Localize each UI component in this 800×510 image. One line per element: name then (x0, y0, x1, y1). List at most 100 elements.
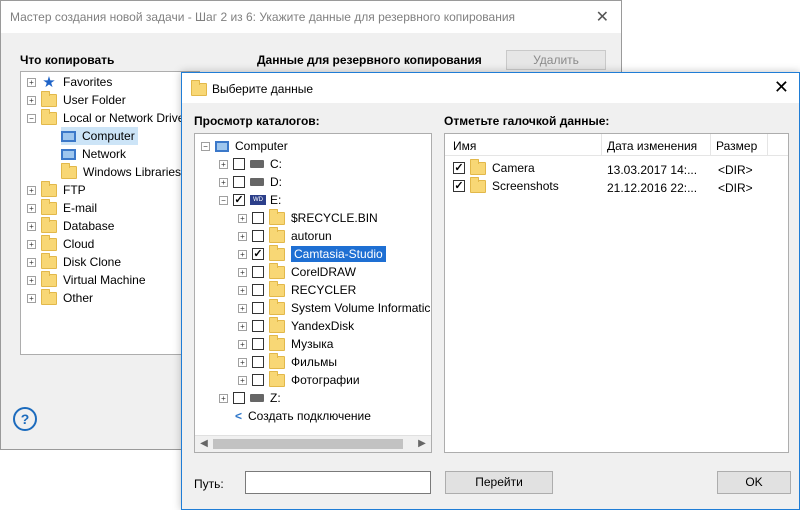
tree-item-network[interactable]: Network (61, 145, 126, 163)
expand-icon[interactable]: + (238, 285, 247, 295)
expand-icon[interactable]: + (27, 185, 36, 195)
collapse-icon[interactable]: − (201, 141, 210, 151)
checkbox-checked[interactable]: ✓ (252, 248, 264, 260)
tree-item-virtual-machine[interactable]: + Virtual Machine (27, 270, 146, 289)
expand-icon[interactable]: + (238, 267, 247, 277)
drive-z[interactable]: + Z: (219, 389, 281, 407)
tree-item-ftp[interactable]: + FTP (27, 180, 86, 199)
checkbox[interactable] (252, 338, 264, 350)
expand-icon[interactable]: + (27, 77, 36, 87)
tree-item-user-folder[interactable]: + User Folder (27, 90, 126, 109)
column-separator[interactable] (710, 134, 711, 156)
checkbox[interactable] (252, 374, 264, 386)
folder-music[interactable]: + Музыка (238, 334, 333, 353)
expand-icon[interactable]: + (27, 275, 36, 285)
collapse-icon[interactable]: − (219, 195, 228, 205)
folder-photos[interactable]: + Фотографии (238, 370, 360, 389)
tree-item-computer-root[interactable]: − Computer (201, 137, 288, 155)
column-separator[interactable] (601, 134, 602, 156)
checkbox-checked[interactable]: ✓ (453, 180, 465, 192)
expand-icon[interactable]: + (238, 339, 247, 349)
file-row[interactable]: ✓ Camera 13.03.2017 14:... <DIR> (453, 158, 783, 178)
checkbox[interactable] (233, 176, 245, 188)
column-separator[interactable] (767, 134, 768, 156)
expand-icon[interactable]: + (238, 213, 247, 223)
folder-coreldraw[interactable]: + CorelDRAW (238, 262, 356, 281)
create-connection[interactable]: < Создать подключение (235, 407, 371, 425)
expand-icon[interactable]: + (27, 203, 36, 213)
expand-icon[interactable]: + (27, 221, 36, 231)
dialog-title: Выберите данные (212, 82, 314, 96)
expand-icon[interactable]: + (27, 257, 36, 267)
folder-icon (41, 108, 57, 125)
expand-icon[interactable]: + (238, 321, 247, 331)
tree-item-windows-libraries[interactable]: Windows Libraries (61, 162, 181, 181)
checkbox[interactable] (233, 392, 245, 404)
file-row[interactable]: ✓ Screenshots 21.12.2016 22:... <DIR> (453, 176, 783, 196)
tree-item-cloud[interactable]: + Cloud (27, 234, 94, 253)
tree-item-computer[interactable]: Computer (61, 127, 138, 145)
checkbox[interactable] (252, 266, 264, 278)
checkbox[interactable] (252, 212, 264, 224)
scroll-right-icon[interactable]: ▶ (414, 437, 430, 451)
checkbox-checked[interactable]: ✓ (233, 194, 245, 206)
checkbox[interactable] (252, 302, 264, 314)
folder-autorun[interactable]: + autorun (238, 226, 332, 245)
file-list: Имя Дата изменения Размер ✓ Camera 13.03… (444, 133, 789, 453)
checkbox-checked[interactable]: ✓ (453, 162, 465, 174)
drive-c[interactable]: + C: (219, 155, 282, 173)
help-icon[interactable]: ? (13, 407, 37, 431)
folder-label: System Volume Informatic (291, 301, 431, 315)
tree-item-local-network-drive[interactable]: − Local or Network Drive (27, 108, 184, 127)
tree-item-favorites[interactable]: + ★ Favorites (27, 73, 112, 91)
checkbox[interactable] (252, 356, 264, 368)
ok-button[interactable]: OK (717, 471, 791, 494)
folder-system-volume[interactable]: + System Volume Informatic (238, 298, 431, 317)
go-button[interactable]: Перейти (445, 471, 553, 494)
folder-camtasia-studio[interactable]: + ✓ Camtasia-Studio (238, 244, 386, 263)
directory-tree: − Computer + C: + D: − ✓ WD E: + $RECYCL… (194, 133, 432, 453)
folder-recycler[interactable]: + RECYCLER (238, 280, 356, 299)
tree-item-database[interactable]: + Database (27, 216, 114, 235)
checkbox[interactable] (233, 158, 245, 170)
expand-icon[interactable]: + (238, 375, 247, 385)
column-modified[interactable]: Дата изменения (607, 139, 697, 153)
checkbox[interactable] (252, 320, 264, 332)
delete-button[interactable]: Удалить (506, 50, 606, 70)
close-icon[interactable]: ✕ (774, 77, 789, 98)
checkbox[interactable] (252, 284, 264, 296)
expand-icon[interactable]: + (238, 303, 247, 313)
expand-icon[interactable]: + (27, 95, 36, 105)
scroll-left-icon[interactable]: ◀ (196, 437, 212, 451)
expand-icon[interactable]: + (238, 231, 247, 241)
folder-recycle-bin[interactable]: + $RECYCLE.BIN (238, 208, 378, 227)
file-name-cell: ✓ Camera (453, 158, 535, 175)
expand-icon[interactable]: + (27, 239, 36, 249)
expand-icon[interactable]: + (238, 249, 247, 259)
file-name: Camera (492, 161, 535, 175)
drive-e[interactable]: − ✓ WD E: (219, 191, 281, 209)
folder-label: Фотографии (291, 373, 360, 387)
tree-item-disk-clone[interactable]: + Disk Clone (27, 252, 121, 271)
collapse-icon[interactable]: − (27, 113, 36, 123)
tree-item-label: Favorites (63, 75, 113, 89)
tree-item-email[interactable]: + E-mail (27, 198, 97, 217)
drive-d[interactable]: + D: (219, 173, 282, 191)
library-icon (61, 162, 77, 179)
expand-icon[interactable]: + (27, 293, 36, 303)
expand-icon[interactable]: + (238, 357, 247, 367)
path-input[interactable] (245, 471, 431, 494)
column-size[interactable]: Размер (716, 139, 757, 153)
column-name[interactable]: Имя (453, 139, 476, 153)
horizontal-scrollbar[interactable]: ◀ ▶ (195, 435, 431, 452)
expand-icon[interactable]: + (219, 393, 228, 403)
folder-yandexdisk[interactable]: + YandexDisk (238, 316, 354, 335)
expand-icon[interactable]: + (219, 159, 228, 169)
folder-films[interactable]: + Фильмы (238, 352, 337, 371)
scroll-thumb[interactable] (213, 439, 403, 449)
checkbox[interactable] (252, 230, 264, 242)
drive-label: Z: (270, 391, 281, 405)
wizard-close-icon[interactable]: ✕ (596, 7, 609, 27)
expand-icon[interactable]: + (219, 177, 228, 187)
tree-item-other[interactable]: + Other (27, 288, 93, 307)
